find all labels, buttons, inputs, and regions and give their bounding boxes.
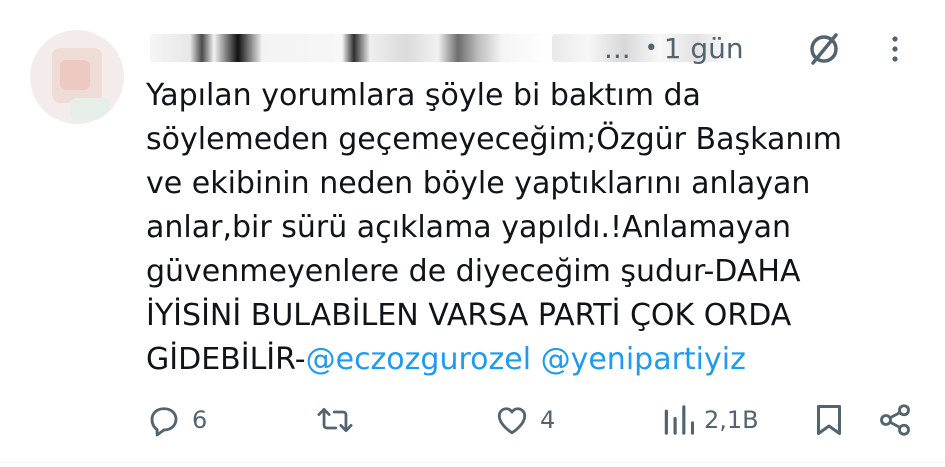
repost-icon [317, 407, 353, 433]
share-button[interactable] [876, 402, 914, 438]
avatar[interactable] [30, 30, 124, 124]
like-button[interactable]: 4 [494, 402, 555, 438]
repost-button[interactable] [316, 402, 364, 438]
grok-icon[interactable] [805, 30, 843, 68]
tweet-header: ... • 1 gün [142, 28, 922, 68]
tweet-meta: ... • 1 gün [604, 28, 744, 68]
tweet-text: Yapılan yorumlara şöyle bi baktım da söy… [146, 74, 916, 382]
divider [0, 462, 945, 463]
views-button[interactable]: 2,1B [662, 402, 759, 438]
bookmark-button[interactable] [812, 402, 846, 438]
reply-count: 6 [192, 406, 208, 434]
share-icon [880, 404, 910, 436]
like-icon [497, 407, 527, 435]
tweet-body: Yapılan yorumlara şöyle bi baktım da söy… [146, 78, 842, 377]
ellipsis: ... [604, 31, 631, 65]
reply-icon [150, 407, 178, 437]
blurred-author-name[interactable] [150, 34, 550, 62]
tweet-actions: 6 4 2,1B [0, 396, 945, 444]
more-icon[interactable] [880, 34, 910, 64]
reply-button[interactable]: 6 [146, 402, 207, 438]
separator-dot: • [644, 35, 658, 61]
views-count: 2,1B [704, 406, 759, 434]
like-count: 4 [540, 406, 556, 434]
views-icon [664, 405, 694, 435]
timestamp[interactable]: 1 gün [664, 32, 744, 65]
mention-link[interactable]: @yenipartiyiz [541, 342, 746, 377]
bookmark-icon [817, 405, 841, 435]
mention-link[interactable]: @eczozgurozel [306, 342, 531, 377]
